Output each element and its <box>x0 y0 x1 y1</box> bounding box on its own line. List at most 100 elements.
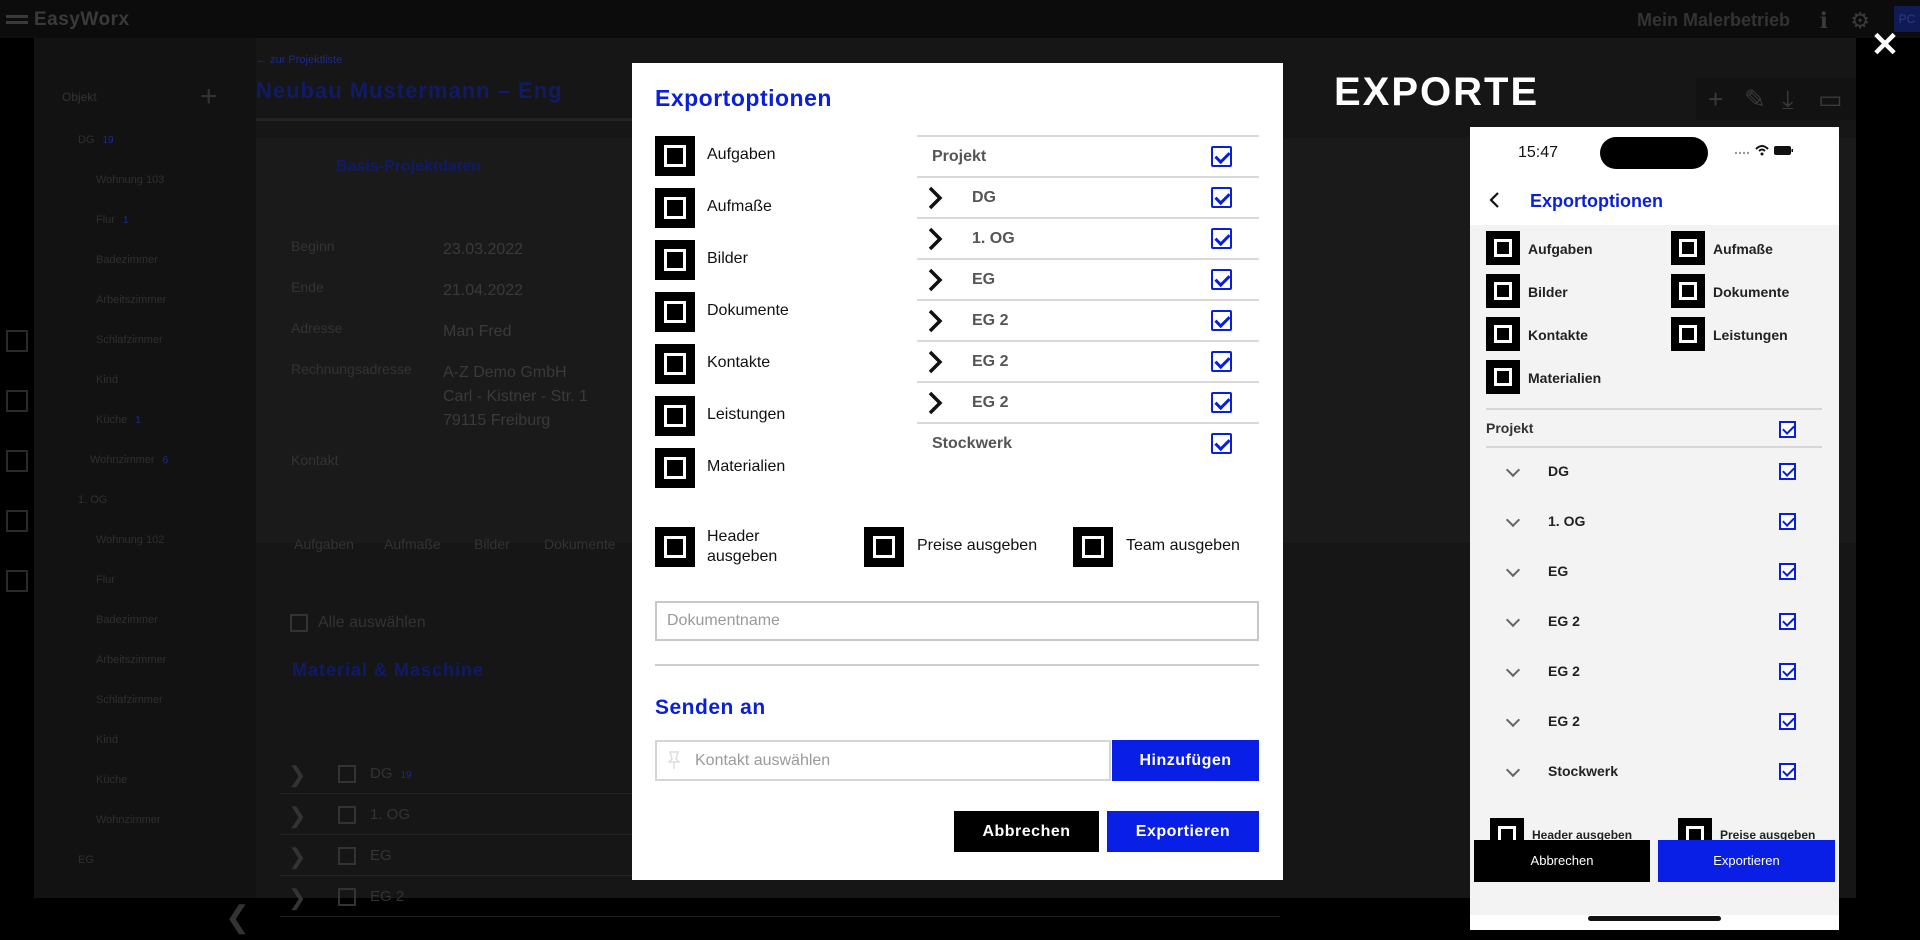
chevron-right-icon[interactable] <box>925 225 945 253</box>
checkbox-kontakte[interactable] <box>1486 317 1520 351</box>
phone-cancel-button[interactable]: Abbrechen <box>1474 840 1650 882</box>
tree-checkbox[interactable] <box>1779 421 1796 438</box>
checkbox-kontakte[interactable] <box>655 344 695 384</box>
tab-bilder[interactable]: Bilder <box>474 536 510 552</box>
download-icon[interactable]: ⤓ <box>1782 84 1794 116</box>
pencil-icon[interactable]: ✎ <box>1744 84 1766 115</box>
tree-row[interactable]: EG 2 <box>917 340 1259 381</box>
chevron-down-icon[interactable] <box>1505 612 1521 628</box>
sidebar-item[interactable]: Arbeitszimmer <box>96 294 166 306</box>
home-icon[interactable] <box>6 330 28 352</box>
tree-checkbox[interactable] <box>1211 146 1232 167</box>
select-all-checkbox[interactable] <box>290 614 308 632</box>
phone-export-button[interactable]: Exportieren <box>1658 840 1835 882</box>
add-icon[interactable]: + <box>1708 84 1723 115</box>
checkbox-leistungen[interactable] <box>655 396 695 436</box>
sidebar-item[interactable]: Arbeitszimmer <box>96 654 166 666</box>
checkbox-bilder[interactable] <box>655 240 695 280</box>
tree-checkbox[interactable] <box>1211 351 1232 372</box>
sidebar-item[interactable]: Wohnung 102 <box>96 534 164 546</box>
sidebar-item[interactable]: Flur 1 <box>96 214 129 226</box>
contact-input[interactable] <box>695 742 1105 779</box>
add-contact-button[interactable]: Hinzufügen <box>1112 740 1259 781</box>
tree-checkbox[interactable] <box>1211 228 1232 249</box>
chevron-down-icon[interactable] <box>1505 712 1521 728</box>
tree-checkbox[interactable] <box>1211 310 1232 331</box>
tree-checkbox[interactable] <box>1779 663 1796 680</box>
tree-checkbox[interactable] <box>1211 392 1232 413</box>
tab-aufmasse[interactable]: Aufmaße <box>384 536 441 552</box>
tree-row[interactable]: 1. OG <box>917 217 1259 258</box>
checkbox-header-ausgeben[interactable] <box>655 527 695 567</box>
checkbox-team-ausgeben[interactable] <box>1073 527 1113 567</box>
chevron-down-icon[interactable] <box>1505 512 1521 528</box>
chevron-down-icon[interactable] <box>1505 662 1521 678</box>
tree-row[interactable]: EG 2 <box>917 299 1259 340</box>
collapse-chevron-icon[interactable]: ❮ <box>225 900 250 935</box>
hourglass-icon[interactable] <box>6 390 28 412</box>
checkbox-leistungen[interactable] <box>1671 317 1705 351</box>
sidebar-item[interactable]: Schlafzimmer <box>96 334 163 346</box>
sidebar-item[interactable]: Wohnzimmer 6 <box>90 454 168 466</box>
sidebar-item[interactable]: DG 19 <box>78 134 114 146</box>
tree-row-project[interactable]: Projekt <box>917 135 1259 176</box>
add-icon[interactable]: + <box>200 80 218 114</box>
sidebar-item[interactable]: Küche 1 <box>96 414 141 426</box>
folder-icon[interactable] <box>6 570 28 592</box>
sidebar-item[interactable]: Kind <box>96 734 118 746</box>
checkbox-bilder[interactable] <box>1486 274 1520 308</box>
sidebar-item[interactable]: Badezimmer <box>96 614 158 626</box>
chevron-down-icon[interactable] <box>1505 562 1521 578</box>
cancel-button[interactable]: Abbrechen <box>954 811 1099 852</box>
table-row[interactable]: ❯ EG 2 <box>280 877 1280 917</box>
tree-checkbox[interactable] <box>1211 269 1232 290</box>
tree-row-stockwerk[interactable]: Stockwerk <box>917 422 1259 463</box>
sidebar-item[interactable]: Wohnung 103 <box>96 174 164 186</box>
checkbox-aufmasse[interactable] <box>1671 231 1705 265</box>
close-icon[interactable]: ✕ <box>1868 28 1902 62</box>
tree-checkbox[interactable] <box>1779 513 1796 530</box>
tree-row[interactable]: EG <box>917 258 1259 299</box>
chevron-right-icon[interactable] <box>925 307 945 335</box>
sidebar-item[interactable]: 1. OG <box>78 494 107 506</box>
base-data-title[interactable]: Basis-Projektdaten <box>336 158 481 176</box>
checkbox-aufgaben[interactable] <box>655 136 695 176</box>
tree-checkbox[interactable] <box>1211 433 1232 454</box>
tree-checkbox[interactable] <box>1211 187 1232 208</box>
info-icon[interactable]: ℹ <box>1820 8 1828 34</box>
chevron-down-icon[interactable] <box>1505 462 1521 478</box>
tree-row[interactable]: DG <box>917 176 1259 217</box>
checkbox-preise-ausgeben[interactable] <box>864 527 904 567</box>
document-name-input[interactable] <box>655 601 1259 641</box>
sidebar-item[interactable]: Badezimmer <box>96 254 158 266</box>
tab-dokumente[interactable]: Dokumente <box>544 536 616 552</box>
chevron-down-icon[interactable] <box>1505 762 1521 778</box>
breadcrumb[interactable]: ← zur Projektliste <box>256 54 342 66</box>
sidebar-item[interactable]: Wohnzimmer <box>96 814 161 826</box>
sidebar-item[interactable]: Küche <box>96 774 127 786</box>
sidebar-item[interactable]: Schlafzimmer <box>96 694 163 706</box>
tree-checkbox[interactable] <box>1779 763 1796 780</box>
checkbox-dokumente[interactable] <box>655 292 695 332</box>
comment-icon[interactable]: ▭ <box>1818 84 1843 115</box>
tree-checkbox[interactable] <box>1779 713 1796 730</box>
chevron-right-icon[interactable] <box>925 389 945 417</box>
checkbox-aufmasse[interactable] <box>655 188 695 228</box>
chevron-right-icon[interactable] <box>925 348 945 376</box>
checkbox-materialien[interactable] <box>1486 360 1520 394</box>
export-button[interactable]: Exportieren <box>1107 811 1259 852</box>
sidebar-item[interactable]: EG <box>78 854 94 866</box>
select-all[interactable]: Alle auswählen <box>290 614 426 632</box>
chevron-right-icon[interactable] <box>925 266 945 294</box>
tree-checkbox[interactable] <box>1779 563 1796 580</box>
checkbox-aufgaben[interactable] <box>1486 231 1520 265</box>
tree-row[interactable]: EG 2 <box>917 381 1259 422</box>
back-icon[interactable] <box>1488 191 1500 209</box>
sidebar-item[interactable]: Kind <box>96 374 118 386</box>
chevron-right-icon[interactable] <box>925 184 945 212</box>
tenant-name[interactable]: Mein Malerbetrieb <box>1637 10 1790 31</box>
checkbox-materialien[interactable] <box>655 448 695 488</box>
sidebar-item[interactable]: Flur <box>96 574 115 586</box>
chart-icon[interactable] <box>6 510 28 532</box>
menu-icon[interactable] <box>6 12 28 27</box>
